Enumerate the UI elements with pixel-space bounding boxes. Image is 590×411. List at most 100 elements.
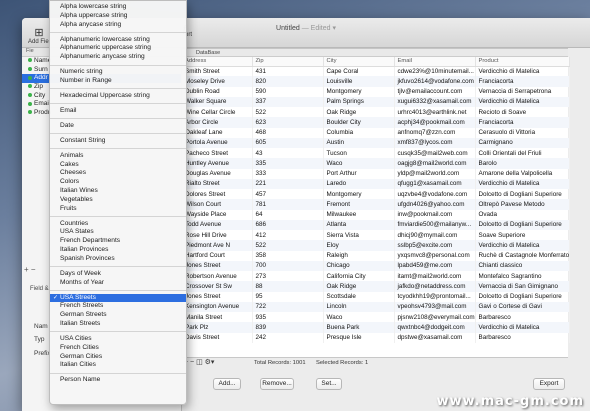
table-row[interactable]: Rialto Street 221 Laredo qfugg1@xasamail.co… xyxy=(182,178,570,189)
table-cell[interactable]: Davis Street xyxy=(182,332,253,343)
table-cell[interactable]: Lincoln xyxy=(323,301,395,312)
table-cell[interactable]: Vernaccia di Serrapetrona xyxy=(475,86,570,97)
table-cell[interactable]: Gavi o Cortese di Gavi xyxy=(475,301,570,312)
table-cell[interactable]: Scottsdale xyxy=(323,291,395,302)
table-cell[interactable]: Tucson xyxy=(323,148,395,159)
table-cell[interactable]: 839 xyxy=(252,322,324,333)
table-cell[interactable]: Dolcetto di Dogliani Superiore xyxy=(475,291,570,302)
table-cell[interactable]: Presque Isle xyxy=(323,332,395,343)
table-row[interactable]: Wayside Place 64 Milwaukee inw@pookmail.com… xyxy=(182,209,570,220)
menu-item[interactable]: USA Cities xyxy=(50,335,186,344)
table-row[interactable]: Dublin Road 590 Montgomery tjlv@emailaccoun… xyxy=(182,86,570,97)
table-row[interactable]: Jones Street 95 Scottsdale tcyodkhh19@pront… xyxy=(182,291,570,302)
table-cell[interactable]: Montefalco Sagrantino xyxy=(475,271,570,282)
database-tab[interactable]: DataBase xyxy=(182,49,568,57)
table-cell[interactable]: yldp@mail2world.com xyxy=(394,168,476,179)
table-cell[interactable]: anfnomq7@zzn.com xyxy=(394,127,476,138)
menu-item[interactable]: Numeric string xyxy=(50,68,186,77)
menu-item[interactable]: Alpha lowercase string xyxy=(50,3,186,12)
table-row[interactable]: Portola Avenue 605 Austin xmf837@lycos.com C… xyxy=(182,137,570,148)
table-cell[interactable]: 605 xyxy=(252,137,324,148)
table-cell[interactable]: Soave Superiore xyxy=(475,230,570,241)
table-cell[interactable]: Smith Street xyxy=(182,66,253,77)
table-cell[interactable]: jkfuvo2614@vodafone.com xyxy=(394,76,476,87)
table-cell[interactable]: xmf837@lycos.com xyxy=(394,137,476,148)
set-button[interactable]: Set... xyxy=(316,378,342,390)
column-header[interactable]: Email xyxy=(394,57,476,67)
table-cell[interactable]: Waco xyxy=(323,158,395,169)
table-cell[interactable]: 358 xyxy=(252,250,324,261)
table-cell[interactable]: Moseley Drive xyxy=(182,76,253,87)
table-cell[interactable]: 781 xyxy=(252,199,324,210)
table-cell[interactable]: Louisville xyxy=(323,76,395,87)
table-cell[interactable]: 242 xyxy=(252,332,324,343)
table-cell[interactable]: Park Plz xyxy=(182,322,253,333)
table-cell[interactable]: Laredo xyxy=(323,178,395,189)
menu-item[interactable]: German Cities xyxy=(50,353,186,362)
table-cell[interactable]: vpeohsv4793@mail.com xyxy=(394,301,476,312)
menu-item[interactable]: Constant String xyxy=(50,137,186,146)
table-row[interactable]: Kensington Avenue 722 Lincoln vpeohsv4793@m… xyxy=(182,301,570,312)
column-header[interactable]: City xyxy=(323,57,395,67)
table-cell[interactable]: Fremont xyxy=(323,199,395,210)
menu-item[interactable]: Vegetables xyxy=(50,196,186,205)
table-cell[interactable]: Wine Cellar Circle xyxy=(182,107,253,118)
table-cell[interactable]: 623 xyxy=(252,117,324,128)
table-cell[interactable]: Cape Coral xyxy=(323,66,395,77)
table-cell[interactable]: qwxtnbc4@dodgeit.com xyxy=(394,322,476,333)
table-cell[interactable]: xugui6332@xasamail.com xyxy=(394,96,476,107)
table-cell[interactable]: Austin xyxy=(323,137,395,148)
column-header[interactable]: Address xyxy=(182,57,253,67)
table-cell[interactable]: Oakleaf Lane xyxy=(182,127,253,138)
table-cell[interactable]: 88 xyxy=(252,281,324,292)
table-row[interactable]: Oakleaf Lane 468 Columbia anfnomq7@zzn.com C… xyxy=(182,127,570,138)
table-cell[interactable]: Piedmont Ave N xyxy=(182,240,253,251)
table-cell[interactable]: pjsnw2108@everymail.com xyxy=(394,312,476,323)
table-cell[interactable]: 335 xyxy=(252,158,324,169)
menu-item[interactable]: Alpha anycase string xyxy=(50,21,186,30)
table-cell[interactable]: Verdicchio di Matelica xyxy=(475,322,570,333)
table-cell[interactable]: 43 xyxy=(252,148,324,159)
menu-item[interactable]: Fruits xyxy=(50,205,186,214)
table-cell[interactable]: cdwe23%@10minutemail... xyxy=(394,66,476,77)
table-cell[interactable]: Walker Square xyxy=(182,96,253,107)
table-cell[interactable]: 820 xyxy=(252,76,324,87)
status-add-remove-icons[interactable]: + − ◫ ⚙▾ xyxy=(184,358,214,366)
table-cell[interactable]: Columbia xyxy=(323,127,395,138)
table-cell[interactable]: Waco xyxy=(323,312,395,323)
table-row[interactable]: Wilson Court 781 Fremont ufgdn4026@yahoo.co… xyxy=(182,199,570,210)
table-cell[interactable]: oagjg8@mail2world.com xyxy=(394,158,476,169)
table-cell[interactable]: 722 xyxy=(252,301,324,312)
table-row[interactable]: Wine Cellar Circle 522 Oak Ridge urhrc4013@… xyxy=(182,107,570,118)
table-row[interactable]: Hartford Court 358 Raleigh yxqsmvc8@persona… xyxy=(182,250,570,261)
menu-item[interactable]: Spanish Provinces xyxy=(50,255,186,264)
table-cell[interactable]: Verdicchio di Matelica xyxy=(475,66,570,77)
table-cell[interactable]: dhicj90@mymail.com xyxy=(394,230,476,241)
table-cell[interactable]: Verdicchio di Matelica xyxy=(475,178,570,189)
table-cell[interactable]: California City xyxy=(323,271,395,282)
table-cell[interactable]: Douglas Avenue xyxy=(182,168,253,179)
table-cell[interactable]: lpabd459@me.com xyxy=(394,260,476,271)
table-cell[interactable]: sslbp5@excite.com xyxy=(394,240,476,251)
table-row[interactable]: Moseley Drive 820 Louisville jkfuvo2614@vod… xyxy=(182,76,570,87)
table-cell[interactable]: uqzvbe4@vodafone.com xyxy=(394,189,476,200)
table-cell[interactable]: Wilson Court xyxy=(182,199,253,210)
menu-item[interactable]: Person Name xyxy=(50,376,186,385)
menu-item[interactable]: Animals xyxy=(50,152,186,161)
menu-item[interactable]: Date xyxy=(50,122,186,131)
table-cell[interactable]: inw@pookmail.com xyxy=(394,209,476,220)
table-cell[interactable]: Rose Hill Drive xyxy=(182,230,253,241)
table-cell[interactable]: Todd Avenue xyxy=(182,219,253,230)
table-cell[interactable]: acphj34@pookmail.com xyxy=(394,117,476,128)
table-cell[interactable]: 273 xyxy=(252,271,324,282)
menu-item[interactable]: Email xyxy=(50,107,186,116)
table-cell[interactable]: 431 xyxy=(252,66,324,77)
menu-item[interactable]: French Streets xyxy=(50,302,186,311)
table-cell[interactable]: Jones Street xyxy=(182,260,253,271)
table-row[interactable]: Smith Street 431 Cape Coral cdwe23%@10minut… xyxy=(182,66,570,77)
table-cell[interactable]: Verdicchio di Matelica xyxy=(475,240,570,251)
table-cell[interactable]: dpstwe@xasamail.com xyxy=(394,332,476,343)
table-cell[interactable]: 457 xyxy=(252,189,324,200)
table-cell[interactable]: 522 xyxy=(252,240,324,251)
menu-item[interactable]: Days of Week xyxy=(50,270,186,279)
